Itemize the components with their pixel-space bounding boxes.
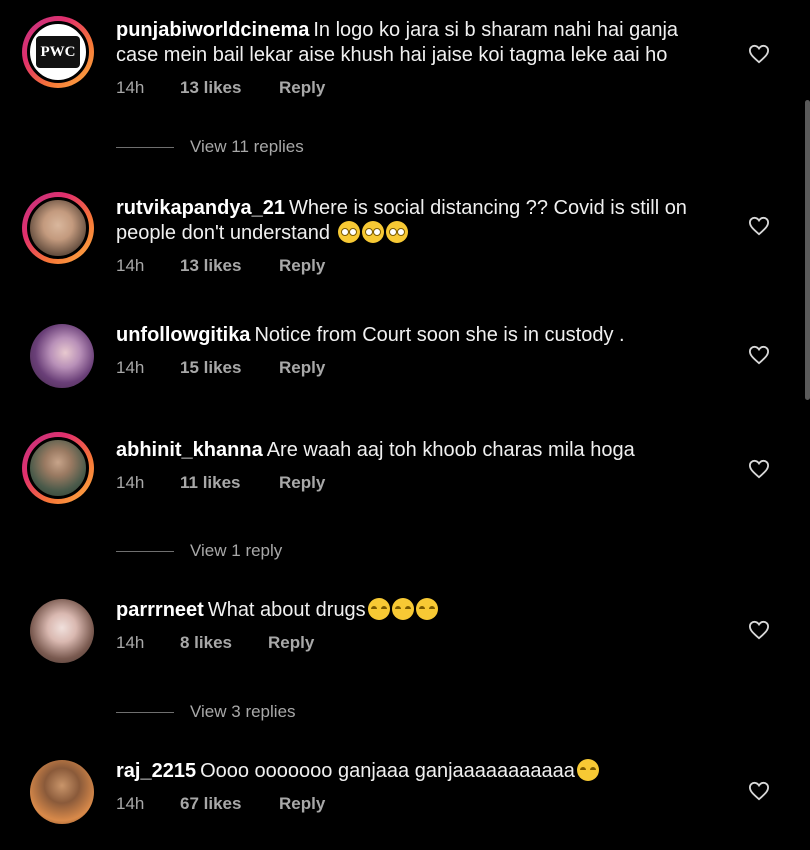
rolling-eyes-emoji	[385, 221, 408, 243]
rolling-eyes-emoji	[361, 221, 384, 243]
reply-button[interactable]: Reply	[279, 473, 325, 493]
reply-button[interactable]: Reply	[279, 256, 325, 276]
reply-button[interactable]: Reply	[279, 78, 325, 98]
comment-time: 14h	[116, 633, 145, 652]
comment-text: Are waah aaj toh khoob charas mila hoga	[266, 439, 635, 461]
heart-icon[interactable]	[748, 620, 770, 640]
heart-icon[interactable]	[748, 44, 770, 64]
comment-username[interactable]: unfollowgitika	[116, 324, 250, 346]
laughing-emoji	[415, 598, 438, 620]
avatar[interactable]	[30, 760, 94, 824]
likes-count[interactable]: 13 likes	[180, 78, 279, 98]
reply-button[interactable]: Reply	[268, 633, 314, 653]
channel-logo: PWC	[40, 43, 76, 60]
rolling-eyes-emoji	[337, 221, 360, 243]
avatar[interactable]	[30, 599, 94, 663]
laughing-emoji	[391, 598, 414, 620]
avatar[interactable]	[30, 324, 94, 388]
comment-username[interactable]: rutvikapandya_21	[116, 197, 285, 219]
reply-button[interactable]: Reply	[279, 358, 325, 378]
reply-button[interactable]: Reply	[279, 794, 325, 814]
heart-icon[interactable]	[748, 781, 770, 801]
comment-username[interactable]: abhinit_khanna	[116, 439, 263, 461]
scrollbar[interactable]	[805, 100, 810, 400]
comment-username[interactable]: raj_2215	[116, 760, 196, 782]
comment-username[interactable]: parrrneet	[116, 599, 204, 621]
avatar[interactable]	[22, 432, 94, 504]
likes-count[interactable]: 15 likes	[180, 358, 279, 378]
likes-count[interactable]: 13 likes	[180, 256, 279, 276]
likes-count[interactable]: 8 likes	[180, 633, 268, 653]
heart-icon[interactable]	[748, 459, 770, 479]
comment-text: What about drugs	[207, 599, 366, 621]
comment-time: 14h	[116, 473, 145, 492]
view-replies-button[interactable]: View 1 reply	[116, 541, 282, 561]
avatar[interactable]	[22, 192, 94, 264]
laughing-emoji	[576, 759, 599, 781]
comment-time: 14h	[116, 78, 145, 97]
avatar[interactable]: PWC	[22, 16, 94, 88]
divider-line	[116, 551, 174, 553]
divider-line	[116, 712, 174, 714]
comment-text: Notice from Court soon she is in custody…	[254, 324, 625, 346]
comment-time: 14h	[116, 794, 145, 813]
comment-username[interactable]: punjabiworldcinema	[116, 19, 309, 41]
heart-icon[interactable]	[748, 345, 770, 365]
likes-count[interactable]: 67 likes	[180, 794, 279, 814]
view-replies-button[interactable]: View 11 replies	[116, 137, 304, 157]
comment-time: 14h	[116, 256, 145, 275]
view-replies-button[interactable]: View 3 replies	[116, 702, 296, 722]
comment-time: 14h	[116, 358, 145, 377]
heart-icon[interactable]	[748, 216, 770, 236]
likes-count[interactable]: 11 likes	[180, 473, 279, 493]
divider-line	[116, 147, 174, 149]
laughing-emoji	[367, 598, 390, 620]
comment-text: Oooo ooooooo ganjaaa ganjaaaaaaaaaaa	[200, 760, 575, 782]
